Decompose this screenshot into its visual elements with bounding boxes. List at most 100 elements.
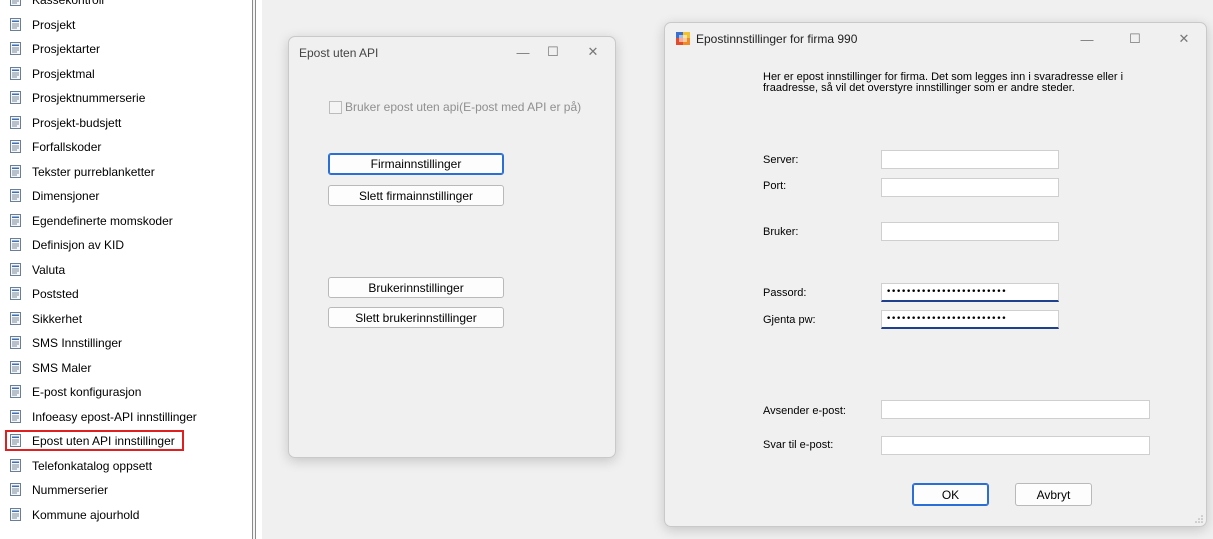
list-item[interactable]: Kommune ajourhold (0, 503, 250, 528)
list-item-label: Tekster purreblanketter (32, 164, 155, 179)
list-item[interactable]: Prosjektarter (0, 37, 250, 62)
list-item[interactable]: Egendefinerte momskoder (0, 209, 250, 234)
document-icon (10, 287, 21, 300)
avbryt-button[interactable]: Avbryt (1015, 483, 1092, 506)
minimize-button[interactable]: — (1077, 30, 1097, 48)
document-icon (10, 507, 21, 521)
document-icon (10, 238, 21, 251)
list-item[interactable]: Prosjekt-budsjett (0, 111, 250, 136)
document-icon (10, 91, 21, 104)
document-icon (10, 189, 21, 202)
title-bar[interactable]: Epost uten API — ☐ ✕ (289, 37, 615, 67)
list-item[interactable]: Infoeasy epost-API innstillinger (0, 405, 250, 430)
list-item[interactable]: Epost uten API innstillinger (0, 429, 250, 454)
panel-splitter[interactable] (252, 0, 256, 539)
minimize-button[interactable]: — (513, 43, 533, 61)
svar-til-epost-field[interactable] (881, 436, 1150, 455)
list-item[interactable]: Poststed (0, 282, 250, 307)
document-icon (10, 311, 21, 325)
settings-list-panel: Kassekontroll Prosjekt Prosjektarter Prosje… (0, 0, 250, 539)
list-item-label: Prosjekt-budsjett (32, 115, 122, 130)
checkbox-label: Bruker epost uten api(E-post med API er … (345, 100, 582, 114)
list-item-label: Egendefinerte momskoder (32, 213, 173, 228)
info-text: Her er epost innstillinger for firma. De… (763, 71, 1124, 94)
list-item-label: Telefonkatalog oppsett (32, 458, 153, 473)
list-item-label: SMS Maler (32, 360, 92, 375)
list-item-label: SMS Innstillinger (32, 336, 123, 350)
bruker-field[interactable] (881, 222, 1059, 241)
window-title: Epostinnstillinger for firma 990 (696, 32, 858, 46)
server-field[interactable] (881, 150, 1059, 169)
document-icon (10, 17, 21, 31)
port-label: Port: (763, 180, 787, 192)
list-item[interactable]: Definisjon av KID (0, 233, 250, 258)
document-icon (10, 360, 21, 374)
list-item-label: E-post konfigurasjon (32, 385, 142, 399)
document-icon (10, 385, 21, 398)
list-item[interactable]: Telefonkatalog oppsett (0, 454, 250, 479)
list-item[interactable]: SMS Maler (0, 356, 250, 381)
list-item[interactable]: Prosjekt (0, 13, 250, 38)
document-icon (10, 0, 21, 6)
gjenta-pw-label: Gjenta pw: (763, 314, 816, 326)
list-item-label: Kommune ajourhold (32, 507, 140, 522)
epost-uten-api-window: Epost uten API — ☐ ✕ Bruker epost uten a… (288, 36, 616, 458)
document-icon (10, 140, 21, 153)
document-icon (10, 409, 21, 423)
firmainnstillinger-button[interactable]: Firmainnstillinger (328, 153, 504, 175)
port-field[interactable] (881, 178, 1059, 197)
passord-label: Passord: (763, 287, 807, 299)
list-item-label: Prosjektarter (32, 42, 101, 56)
slett-brukerinnstillinger-button[interactable]: Slett brukerinnstillinger (328, 307, 504, 328)
document-icon (10, 164, 21, 178)
list-item[interactable]: Sikkerhet (0, 307, 250, 332)
document-icon (10, 66, 21, 80)
resize-grip-icon[interactable] (1195, 515, 1203, 523)
list-item-label: Nummerserier (32, 483, 109, 497)
checkbox-box[interactable] (329, 101, 342, 114)
list-item-label: Valuta (32, 262, 66, 277)
document-icon (10, 115, 21, 129)
list-item[interactable]: Nummerserier (0, 478, 250, 503)
title-bar[interactable]: Epostinnstillinger for firma 990 — ☐ ✕ (665, 23, 1206, 53)
document-icon (10, 213, 21, 227)
close-button[interactable]: ✕ (1174, 30, 1194, 48)
svar-til-epost-label: Svar til e-post: (763, 439, 834, 451)
passord-field[interactable]: •••••••••••••••••••••••• (881, 283, 1059, 302)
slett-firmainnstillinger-button[interactable]: Slett firmainnstillinger (328, 185, 504, 206)
list-item-label: Prosjekt (32, 17, 76, 32)
settings-list: Kassekontroll Prosjekt Prosjektarter Prosje… (0, 0, 250, 527)
list-item[interactable]: Prosjektmal (0, 62, 250, 87)
list-item[interactable]: Forfallskoder (0, 135, 250, 160)
list-item[interactable]: Prosjektnummerserie (0, 86, 250, 111)
list-item-label: Dimensjoner (32, 189, 100, 203)
document-icon (10, 458, 21, 472)
window-title: Epost uten API (299, 46, 379, 60)
gjenta-pw-field[interactable]: •••••••••••••••••••••••• (881, 310, 1059, 329)
list-item-label: Definisjon av KID (32, 238, 125, 252)
list-item-label: Poststed (32, 287, 79, 301)
list-item[interactable]: Kassekontroll (0, 0, 250, 13)
list-item[interactable]: Valuta (0, 258, 250, 283)
document-icon (10, 483, 21, 496)
maximize-button[interactable]: ☐ (543, 43, 563, 61)
list-item-label: Infoeasy epost-API innstillinger (32, 409, 197, 424)
document-icon (10, 336, 21, 349)
list-item[interactable]: E-post konfigurasjon (0, 380, 250, 405)
document-icon (10, 42, 21, 55)
list-item-label: Prosjektmal (32, 66, 95, 81)
avsender-epost-field[interactable] (881, 400, 1150, 419)
document-icon (10, 262, 21, 276)
epostinnstillinger-window: Epostinnstillinger for firma 990 — ☐ ✕ H… (664, 22, 1207, 527)
list-item-label: Sikkerhet (32, 311, 83, 326)
close-button[interactable]: ✕ (583, 43, 603, 61)
ok-button[interactable]: OK (912, 483, 989, 506)
selection-highlight (5, 430, 184, 451)
list-item[interactable]: Tekster purreblanketter (0, 160, 250, 185)
list-item-label: Forfallskoder (32, 140, 102, 154)
brukerinnstillinger-button[interactable]: Brukerinnstillinger (328, 277, 504, 298)
list-item-label: Prosjektnummerserie (32, 91, 146, 105)
maximize-button[interactable]: ☐ (1125, 30, 1145, 48)
list-item[interactable]: SMS Innstillinger (0, 331, 250, 356)
list-item[interactable]: Dimensjoner (0, 184, 250, 209)
